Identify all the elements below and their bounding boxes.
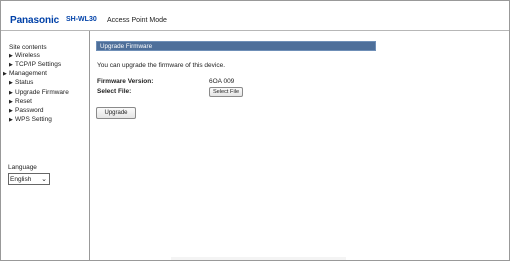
language-select[interactable]: English ⌄ xyxy=(8,173,50,185)
site-contents-title: Site contents xyxy=(9,44,47,51)
sidebar-item-wireless[interactable]: ▶ Wireless xyxy=(9,52,40,59)
model-name: SH-WL30 xyxy=(66,16,97,23)
sidebar-item-label: Upgrade Firmware xyxy=(15,89,69,96)
sidebar-item-label: TCP/IP Settings xyxy=(15,61,62,68)
brand-logo: Panasonic xyxy=(10,15,60,26)
select-file-button[interactable]: Select File xyxy=(209,87,243,97)
bottom-faint-strip xyxy=(171,257,346,260)
sidebar-item-label: Password xyxy=(15,107,44,114)
select-file-label: Select File: xyxy=(97,88,132,95)
sidebar-item-password[interactable]: ▶ Password xyxy=(9,107,44,114)
sidebar-item-reset[interactable]: ▶ Reset xyxy=(9,98,32,105)
sidebar-item-label: Status xyxy=(15,79,34,86)
sidebar-item-label: Reset xyxy=(15,98,32,105)
language-label: Language xyxy=(8,164,37,171)
mode-title: Access Point Mode xyxy=(107,17,167,24)
sidebar-item-status[interactable]: ▶ Status xyxy=(9,79,33,86)
top-header: Panasonic SH-WL30 Access Point Mode xyxy=(1,1,509,31)
chevron-down-icon: ⌄ xyxy=(41,176,47,183)
sidebar-item-wps-setting[interactable]: ▶ WPS Setting xyxy=(9,116,52,123)
page-description: You can upgrade the firmware of this dev… xyxy=(97,62,226,69)
sidebar-item-label: Management xyxy=(9,70,47,77)
sidebar-item-tcpip[interactable]: ▶ TCP/IP Settings xyxy=(9,61,61,68)
firmware-version-label: Firmware Version: xyxy=(97,78,154,85)
sidebar: Site contents ▶ Wireless ▶ TCP/IP Settings… xyxy=(1,31,90,260)
sidebar-item-upgrade-firmware[interactable]: ▶ Upgrade Firmware xyxy=(9,89,69,96)
language-value: English xyxy=(10,175,32,183)
main-content: Upgrade Firmware You can upgrade the fir… xyxy=(92,32,510,260)
upgrade-button[interactable]: Upgrade xyxy=(96,107,136,119)
sidebar-item-management[interactable]: ▶ Management xyxy=(3,70,47,77)
sidebar-item-label: Wireless xyxy=(15,52,40,59)
firmware-version-value: 6OA 009 xyxy=(209,78,235,85)
page-title-bar: Upgrade Firmware xyxy=(96,41,376,51)
sidebar-item-label: WPS Setting xyxy=(15,116,52,123)
